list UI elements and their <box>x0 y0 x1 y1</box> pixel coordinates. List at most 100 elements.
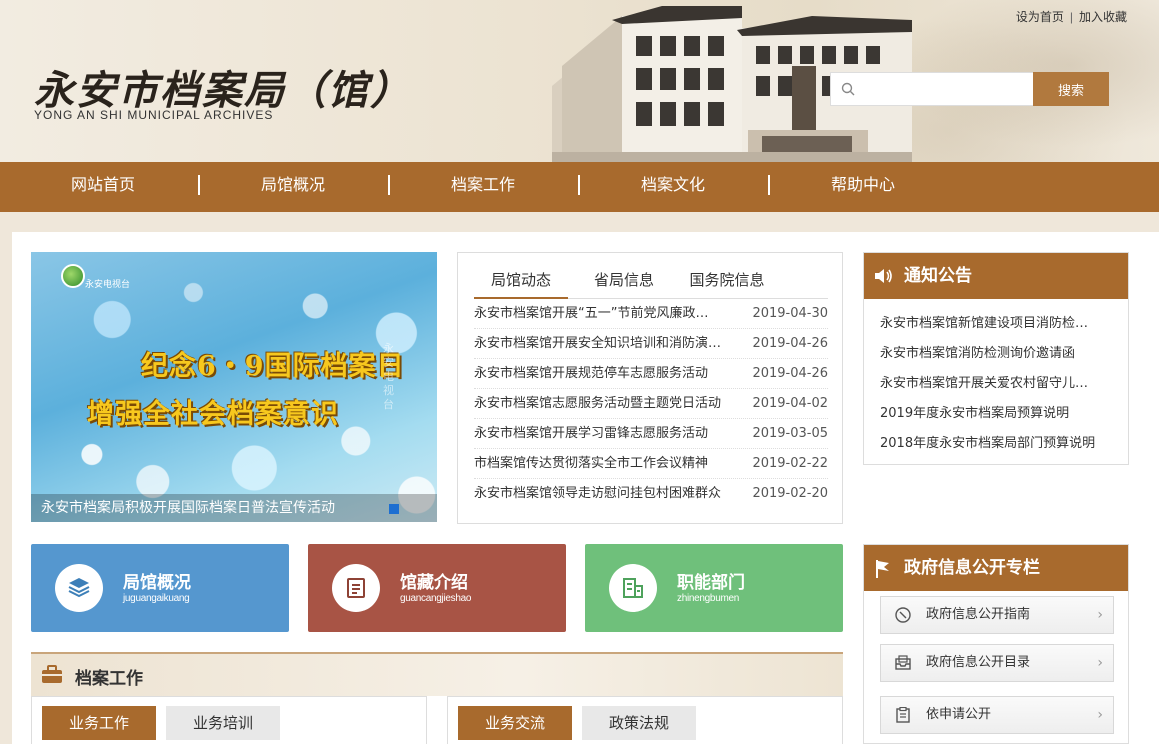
list-item[interactable]: 永安市档案馆开展“五一”节前党风廉政… 2019-04-30 <box>474 299 828 329</box>
tv-station-label: 永安电视台 <box>85 279 131 289</box>
tab-business-work[interactable]: 业务工作 <box>42 706 156 740</box>
news-title[interactable]: 永安市档案馆开展规范停车志愿服务活动 <box>474 359 740 389</box>
list-item[interactable]: 永安市档案馆开展规范停车志愿服务活动 2019-04-26 <box>474 359 828 389</box>
slider-headline-2: 增强全社会档案意识 <box>87 399 339 430</box>
compass-icon <box>895 607 911 623</box>
tile-collection-intro[interactable]: 馆藏介绍 guancangjieshao <box>308 544 566 632</box>
tile-icon-circle <box>332 564 380 612</box>
list-item[interactable]: 永安市档案馆开展安全知识培训和消防演… 2019-04-26 <box>474 329 828 359</box>
gov-button-label: 政府信息公开目录 <box>926 655 1031 670</box>
search-icon <box>841 82 855 96</box>
mail-tray-icon <box>895 655 911 670</box>
tab-business-exchange[interactable]: 业务交流 <box>458 706 572 740</box>
nav-item-archive-culture[interactable]: 档案文化 <box>578 162 768 212</box>
top-links: 设为首页 | 加入收藏 <box>1016 8 1127 25</box>
gov-button-label: 依申请公开 <box>926 707 992 722</box>
tile-title: 馆藏介绍 <box>400 573 468 593</box>
clipboard-icon <box>896 707 910 723</box>
nav-item-home[interactable]: 网站首页 <box>8 162 198 212</box>
tile-icon-circle <box>55 564 103 612</box>
gov-catalog-button[interactable]: 政府信息公开目录 › <box>880 644 1114 682</box>
nav-item-help[interactable]: 帮助中心 <box>768 162 958 212</box>
tile-icon-circle <box>609 564 657 612</box>
tile-title: 局馆概况 <box>123 573 191 593</box>
list-item[interactable]: 永安市档案馆消防检测询价邀请函 <box>880 339 1116 369</box>
list-item[interactable]: 2018年度永安市档案局部门预算说明 <box>880 429 1116 459</box>
link-divider: | <box>1069 10 1073 24</box>
gov-request-button[interactable]: 依申请公开 › <box>880 696 1114 734</box>
work-subpanel-right: 业务交流 政策法规 <box>447 696 843 744</box>
news-title[interactable]: 永安市档案馆领导走访慰问挂包村困难群众 <box>474 479 740 509</box>
list-item[interactable]: 永安市档案馆开展学习雷锋志愿服务活动 2019-03-05 <box>474 419 828 449</box>
tile-pinyin: guancangjieshao <box>400 593 472 604</box>
news-slider[interactable]: 永安电视台 纪念6・9国际档案日 增强全社会档案意识 永安电视台 永安市档案局积… <box>31 252 437 522</box>
search-box <box>830 72 1033 106</box>
slider-watermark: 永安电视台 <box>383 342 394 411</box>
nav-item-overview[interactable]: 局馆概况 <box>198 162 388 212</box>
site-logo-subtitle: YONG AN SHI MUNICIPAL ARCHIVES <box>34 108 274 122</box>
building-icon <box>623 578 643 598</box>
speaker-icon <box>875 269 892 283</box>
gov-guide-button[interactable]: 政府信息公开指南 › <box>880 596 1114 634</box>
tab-business-training[interactable]: 业务培训 <box>166 706 280 740</box>
news-date: 2019-02-20 <box>752 486 828 501</box>
chevron-right-icon: › <box>1097 607 1103 623</box>
list-item[interactable]: 永安市档案馆开展关爱农村留守儿… <box>880 369 1116 399</box>
briefcase-icon <box>42 665 62 683</box>
chevron-right-icon: › <box>1097 655 1103 671</box>
add-favorite-link[interactable]: 加入收藏 <box>1079 10 1127 24</box>
tile-departments[interactable]: 职能部门 zhinengbumen <box>585 544 843 632</box>
work-subpanel-left: 业务工作 业务培训 <box>31 696 427 744</box>
tile-pinyin: juguangaikuang <box>123 593 190 604</box>
notice-panel: 通知公告 永安市档案馆新馆建设项目消防检… 永安市档案馆消防检测询价邀请函 永安… <box>863 252 1129 465</box>
gov-info-title: 政府信息公开专栏 <box>904 558 1040 578</box>
news-title[interactable]: 永安市档案馆开展安全知识培训和消防演… <box>474 329 740 359</box>
news-date: 2019-04-26 <box>752 336 828 351</box>
news-title[interactable]: 市档案馆传达贯彻落实全市工作会议精神 <box>474 449 740 479</box>
news-date: 2019-02-22 <box>752 456 828 471</box>
list-item[interactable]: 市档案馆传达贯彻落实全市工作会议精神 2019-02-22 <box>474 449 828 479</box>
layers-icon <box>68 578 90 598</box>
news-date: 2019-04-02 <box>752 396 828 411</box>
nav-item-archive-work[interactable]: 档案工作 <box>388 162 578 212</box>
search-input[interactable] <box>863 77 1028 101</box>
news-tabs: 局馆动态 省局信息 国务院信息 <box>474 263 828 299</box>
notice-header: 通知公告 <box>864 253 1128 299</box>
archive-box-icon <box>347 578 365 598</box>
notice-list: 永安市档案馆新馆建设项目消防检… 永安市档案馆消防检测询价邀请函 永安市档案馆开… <box>880 309 1116 459</box>
news-title[interactable]: 永安市档案馆开展学习雷锋志愿服务活动 <box>474 419 740 449</box>
gov-info-header: 政府信息公开专栏 <box>864 545 1128 591</box>
news-date: 2019-04-26 <box>752 366 828 381</box>
chevron-right-icon: › <box>1097 707 1103 723</box>
archive-work-title: 档案工作 <box>75 669 143 689</box>
news-date: 2019-03-05 <box>752 426 828 441</box>
tile-title: 职能部门 <box>677 573 745 593</box>
set-homepage-link[interactable]: 设为首页 <box>1016 10 1064 24</box>
tab-state-council-info[interactable]: 国务院信息 <box>680 263 774 299</box>
news-list: 永安市档案馆开展“五一”节前党风廉政… 2019-04-30 永安市档案馆开展安全… <box>474 299 828 509</box>
news-date: 2019-04-30 <box>752 306 828 321</box>
main-nav: 网站首页 局馆概况 档案工作 档案文化 帮助中心 <box>0 162 1159 212</box>
list-item[interactable]: 2019年度永安市档案局预算说明 <box>880 399 1116 429</box>
tab-policy-regulations[interactable]: 政策法规 <box>582 706 696 740</box>
site-header: 永安市档案局（馆） YONG AN SHI MUNICIPAL ARCHIVES <box>0 0 1159 162</box>
news-title[interactable]: 永安市档案馆开展“五一”节前党风廉政… <box>474 299 740 329</box>
gov-button-label: 政府信息公开指南 <box>926 607 1031 622</box>
search-button[interactable]: 搜索 <box>1033 72 1109 106</box>
slider-headline-1: 纪念6・9国际档案日 <box>141 351 405 382</box>
slider-indicator[interactable] <box>389 504 399 514</box>
list-item[interactable]: 永安市档案馆志愿服务活动暨主题党日活动 2019-04-02 <box>474 389 828 419</box>
list-item[interactable]: 永安市档案馆新馆建设项目消防检… <box>880 309 1116 339</box>
tv-station-logo-icon <box>61 264 85 288</box>
flag-icon <box>876 560 889 578</box>
gov-info-panel: 政府信息公开专栏 政府信息公开指南 › 政府信息公开目录 › 依申请公开 › <box>863 544 1129 744</box>
slider-caption[interactable]: 永安市档案局积极开展国际档案日普法宣传活动 <box>31 494 437 522</box>
tile-bureau-overview[interactable]: 局馆概况 juguangaikuang <box>31 544 289 632</box>
tab-provincial-info[interactable]: 省局信息 <box>584 263 664 299</box>
tile-pinyin: zhinengbumen <box>677 593 740 604</box>
notice-title: 通知公告 <box>904 266 972 286</box>
tab-bureau-news[interactable]: 局馆动态 <box>474 263 568 299</box>
archive-work-header: 档案工作 <box>31 652 843 696</box>
news-title[interactable]: 永安市档案馆志愿服务活动暨主题党日活动 <box>474 389 740 419</box>
list-item[interactable]: 永安市档案馆领导走访慰问挂包村困难群众 2019-02-20 <box>474 479 828 509</box>
